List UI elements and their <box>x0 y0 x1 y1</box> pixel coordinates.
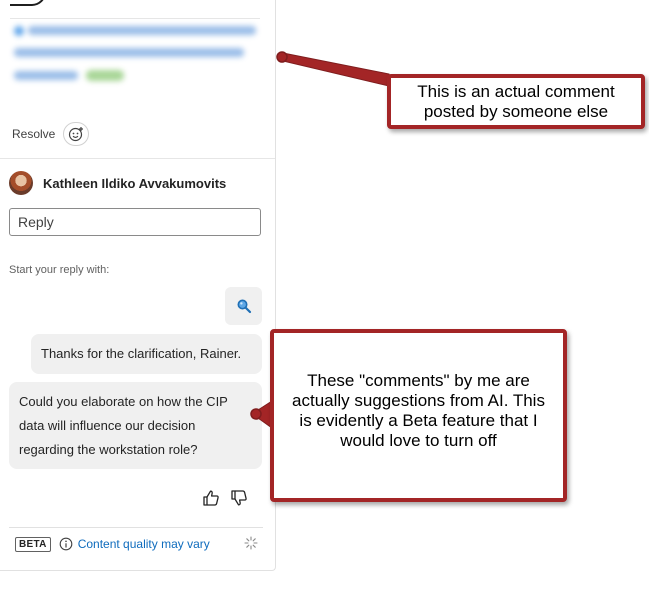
annotation-callout: These "comments" by me are actually sugg… <box>270 329 567 502</box>
annotation-arrow <box>282 52 390 87</box>
annotation-arrow-dot <box>250 408 262 420</box>
annotation-callout: This is an actual comment posted by some… <box>387 74 645 129</box>
annotation-arrow-dot <box>276 51 288 63</box>
